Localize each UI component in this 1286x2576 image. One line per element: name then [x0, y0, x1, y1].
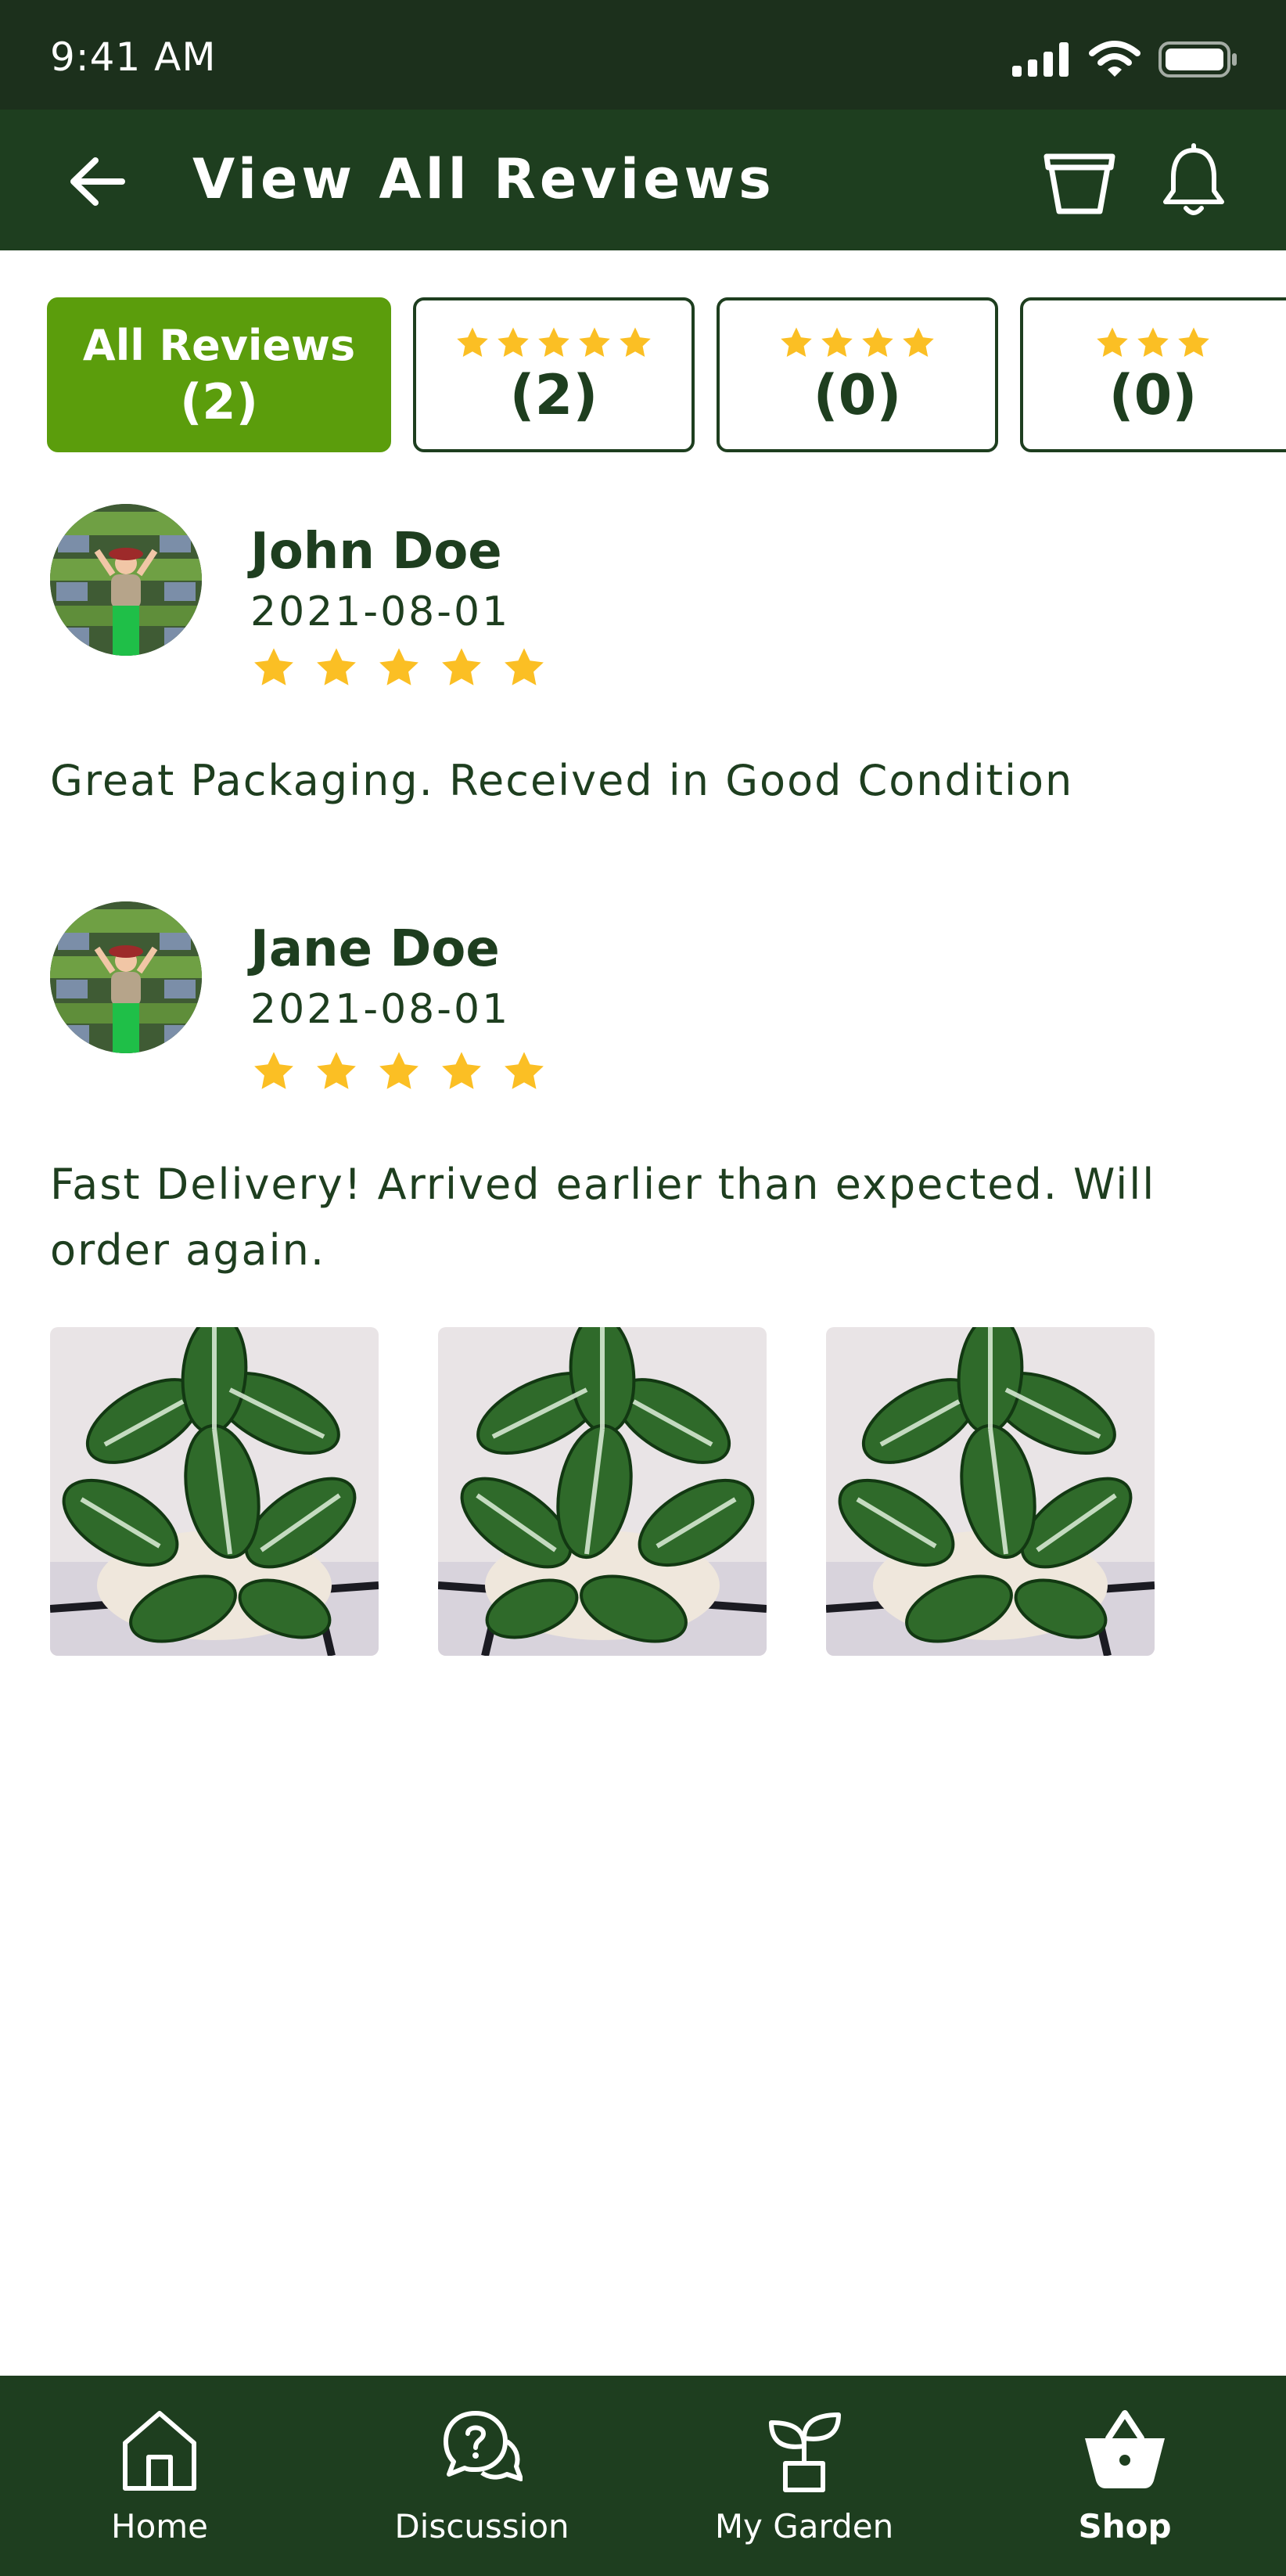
nav-icon-wrap	[119, 2404, 200, 2498]
nav-label: Discussion	[394, 2507, 569, 2545]
tab-count: (2)	[509, 362, 598, 427]
bottom-nav: Home Discussion My Garden Shop	[0, 2376, 1286, 2576]
review-item: Jane Doe 2021-08-01 Fast Delivery! Arriv…	[50, 901, 1239, 1308]
review-item: John Doe 2021-08-01 Great Packaging. Rec…	[50, 504, 1239, 833]
tab-star-rating	[778, 325, 937, 361]
review-star-rating	[250, 645, 548, 690]
home-icon	[123, 2411, 196, 2491]
arrow-left-icon	[70, 157, 125, 206]
star-icon	[535, 325, 573, 361]
review-text: Great Packaging. Received in Good Condit…	[50, 756, 1074, 805]
nav-my-garden[interactable]: My Garden	[656, 2404, 953, 2545]
tab-star-rating	[454, 325, 654, 361]
nav-icon-wrap	[763, 2404, 845, 2498]
page-title: View All Reviews	[192, 147, 775, 211]
notifications-button[interactable]	[1156, 142, 1231, 221]
tab-three-stars[interactable]: (0)	[1020, 297, 1286, 452]
star-icon	[616, 325, 654, 361]
star-icon	[250, 1049, 297, 1094]
star-icon	[250, 645, 297, 690]
tab-count: (2)	[180, 373, 258, 431]
review-date: 2021-08-01	[250, 588, 511, 635]
review-photo[interactable]	[438, 1327, 767, 1656]
nav-icon-wrap	[441, 2404, 523, 2498]
star-icon	[313, 645, 360, 690]
battery-icon	[1158, 41, 1237, 77]
wifi-icon	[1089, 41, 1141, 77]
back-button[interactable]	[69, 150, 139, 213]
star-icon	[501, 645, 548, 690]
tab-star-rating	[1094, 325, 1212, 361]
plant-icon	[769, 2412, 841, 2492]
discussion-icon	[444, 2411, 523, 2481]
star-icon	[454, 325, 491, 361]
star-icon	[818, 325, 856, 361]
star-icon	[494, 325, 532, 361]
reviewer-name: John Doe	[250, 523, 502, 581]
star-icon	[1094, 325, 1131, 361]
avatar	[50, 504, 202, 656]
cart-icon	[1044, 153, 1115, 214]
cart-button[interactable]	[1042, 150, 1117, 219]
review-date: 2021-08-01	[250, 986, 511, 1033]
star-icon	[375, 1049, 422, 1094]
star-icon	[501, 1049, 548, 1094]
star-icon	[438, 1049, 485, 1094]
shop-basket-icon	[1085, 2410, 1165, 2488]
nav-icon-wrap	[1082, 2404, 1168, 2498]
tab-label: All Reviews	[82, 320, 356, 370]
tab-all-reviews[interactable]: All Reviews (2)	[47, 297, 391, 452]
status-bar: 9:41 AM	[0, 0, 1286, 110]
star-icon	[438, 645, 485, 690]
nav-shop[interactable]: Shop	[976, 2404, 1273, 2545]
status-icons	[1012, 41, 1239, 78]
tab-five-stars[interactable]: (2)	[413, 297, 695, 452]
review-photo[interactable]	[50, 1327, 379, 1656]
review-filter-tabs: All Reviews (2) (2) (0) (0)	[0, 297, 1286, 454]
nav-label: Shop	[1078, 2507, 1172, 2545]
tab-count: (0)	[1108, 362, 1198, 427]
star-icon	[1134, 325, 1172, 361]
nav-discussion[interactable]: Discussion	[333, 2404, 630, 2545]
review-star-rating	[250, 1049, 548, 1094]
review-photo[interactable]	[826, 1327, 1155, 1656]
nav-label: My Garden	[714, 2507, 894, 2545]
app-header: View All Reviews	[0, 110, 1286, 250]
star-icon	[313, 1049, 360, 1094]
nav-label: Home	[110, 2507, 209, 2545]
reviewer-name: Jane Doe	[250, 920, 500, 978]
tab-four-stars[interactable]: (0)	[717, 297, 998, 452]
signal-icon	[1012, 42, 1069, 77]
review-photos	[50, 1327, 1155, 1656]
star-icon	[778, 325, 815, 361]
star-icon	[576, 325, 613, 361]
review-text: Fast Delivery! Arrived earlier than expe…	[50, 1160, 1156, 1275]
status-time: 9:41 AM	[50, 34, 217, 80]
star-icon	[859, 325, 896, 361]
avatar	[50, 901, 202, 1053]
star-icon	[1175, 325, 1212, 361]
tab-count: (0)	[813, 362, 902, 427]
star-icon	[375, 645, 422, 690]
star-icon	[900, 325, 937, 361]
nav-home[interactable]: Home	[11, 2404, 308, 2545]
bell-icon	[1163, 143, 1224, 215]
